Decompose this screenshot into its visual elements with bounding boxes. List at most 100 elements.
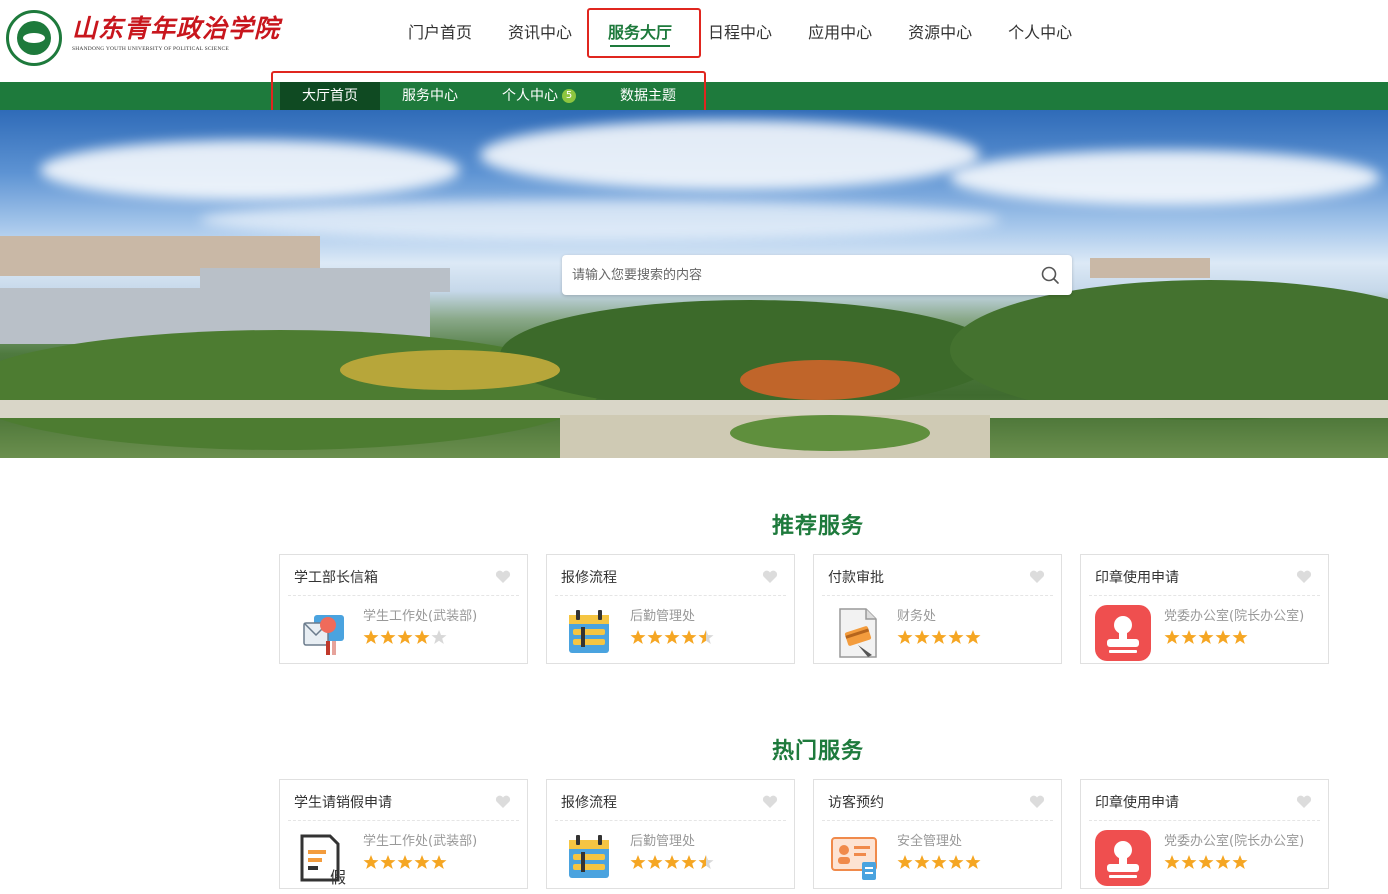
- search-bar: [562, 255, 1072, 295]
- subnav-label: 服务中心: [402, 88, 458, 104]
- service-card[interactable]: 报修流程 后勤管理处: [546, 779, 795, 889]
- star-icon: [431, 629, 447, 645]
- mailbox-icon: [294, 605, 350, 661]
- service-card[interactable]: 付款审批 财务处: [813, 554, 1062, 664]
- star-icon: [1232, 854, 1248, 870]
- banner-cloud: [40, 140, 460, 200]
- topnav-resource-center[interactable]: 资源中心: [890, 10, 990, 56]
- star-icon: [664, 854, 680, 870]
- topnav-schedule-center[interactable]: 日程中心: [690, 10, 790, 56]
- topnav-service-hall[interactable]: 服务大厅: [590, 10, 690, 56]
- service-card[interactable]: 印章使用申请党委办公室(院长办公室): [1080, 554, 1329, 664]
- subnav-service-center[interactable]: 服务中心: [380, 82, 480, 110]
- card-divider: [288, 595, 519, 596]
- star-icon: [931, 629, 947, 645]
- star-icon: [681, 629, 697, 645]
- rating-stars: [630, 629, 714, 645]
- service-card[interactable]: 印章使用申请 党委办公室(院长办公室): [1080, 779, 1329, 889]
- search-input[interactable]: [562, 255, 1032, 295]
- service-card-department: 学生工作处(武装部): [363, 834, 478, 849]
- payment-doc-icon: [828, 605, 884, 661]
- star-icon: [431, 854, 447, 870]
- service-card-title: 印章使用申请: [1095, 795, 1179, 811]
- star-icon: [1181, 854, 1197, 870]
- school-logo[interactable]: 山东青年政治学院 SHANDONG YOUTH UNIVERSITY OF PO…: [6, 10, 281, 66]
- favorite-heart-icon[interactable]: [1029, 794, 1045, 808]
- svg-text:假: 假: [330, 868, 346, 886]
- star-icon: [414, 854, 430, 870]
- favorite-heart-icon[interactable]: [762, 794, 778, 808]
- sub-nav: 大厅首页 服务中心 个人中心 5 数据主题: [0, 82, 1388, 110]
- star-icon: [1164, 854, 1180, 870]
- section-title-popular: 热门服务: [771, 739, 864, 764]
- star-icon: [1164, 629, 1180, 645]
- star-icon: [397, 629, 413, 645]
- star-icon: [965, 854, 981, 870]
- star-icon: [1215, 629, 1231, 645]
- banner-lawn: [730, 415, 930, 451]
- service-card-department: 安全管理处: [897, 834, 963, 849]
- card-divider: [555, 595, 786, 596]
- school-seal-icon: [6, 10, 62, 66]
- card-divider: [1089, 820, 1320, 821]
- card-divider: [1089, 595, 1320, 596]
- recommended-cards: 学工部长信箱 学生工作处(武装部) 报修流程 后勤管理处 付款审批 财务处 印章使用申请 党委…: [279, 554, 1329, 664]
- topnav-news-center[interactable]: 资讯中心: [490, 10, 590, 56]
- star-icon: [664, 629, 680, 645]
- service-card-department: 党委办公室(院长办公室): [1164, 609, 1305, 624]
- service-card-title: 访客预约: [828, 795, 884, 811]
- favorite-heart-icon[interactable]: [762, 569, 778, 583]
- star-icon: [630, 854, 646, 870]
- favorite-heart-icon[interactable]: [1296, 794, 1312, 808]
- service-card-title: 报修流程: [561, 570, 617, 586]
- service-card-department: 后勤管理处: [630, 609, 696, 624]
- banner-autumn-trees: [740, 360, 900, 400]
- card-divider: [822, 820, 1053, 821]
- campus-banner: [0, 110, 1388, 458]
- service-card[interactable]: 学工部长信箱 学生工作处(武装部): [279, 554, 528, 664]
- topnav-personal-center[interactable]: 个人中心: [990, 10, 1090, 56]
- subnav-data-topics[interactable]: 数据主题: [598, 82, 698, 110]
- service-card[interactable]: 访客预约安全管理处: [813, 779, 1062, 889]
- banner-cloud: [200, 200, 1000, 240]
- star-icon: [1181, 629, 1197, 645]
- star-icon: [897, 854, 913, 870]
- star-icon: [380, 629, 396, 645]
- top-nav: 门户首页 资讯中心 服务大厅 日程中心 应用中心 资源中心 个人中心: [390, 10, 1090, 56]
- star-icon: [647, 629, 663, 645]
- favorite-heart-icon[interactable]: [495, 569, 511, 583]
- star-icon: [914, 629, 930, 645]
- banner-cloud: [480, 120, 980, 190]
- rating-stars: [897, 854, 981, 870]
- service-card[interactable]: 学生请销假申请假 学生工作处(武装部): [279, 779, 528, 889]
- search-icon[interactable]: [1040, 265, 1060, 285]
- service-card-title: 印章使用申请: [1095, 570, 1179, 586]
- star-icon: [698, 629, 714, 645]
- subnav-label: 大厅首页: [302, 88, 358, 104]
- favorite-heart-icon[interactable]: [1029, 569, 1045, 583]
- topnav-portal-home[interactable]: 门户首页: [390, 10, 490, 56]
- logo-name-cn: 山东青年政治学院: [72, 14, 281, 43]
- section-title-recommended: 推荐服务: [771, 514, 864, 539]
- topnav-app-center[interactable]: 应用中心: [790, 10, 890, 56]
- star-icon: [647, 854, 663, 870]
- repair-icon: [561, 605, 617, 661]
- seal-stamp-icon: [1095, 830, 1151, 886]
- subnav-hall-home[interactable]: 大厅首页: [280, 82, 380, 110]
- favorite-heart-icon[interactable]: [495, 794, 511, 808]
- star-icon: [948, 629, 964, 645]
- star-icon: [681, 854, 697, 870]
- favorite-heart-icon[interactable]: [1296, 569, 1312, 583]
- seal-stamp-icon: [1095, 605, 1151, 661]
- star-icon: [965, 629, 981, 645]
- banner-cloud: [950, 150, 1380, 205]
- star-icon: [1198, 854, 1214, 870]
- star-icon: [698, 854, 714, 870]
- rating-stars: [897, 629, 981, 645]
- service-card[interactable]: 报修流程后勤管理处: [546, 554, 795, 664]
- star-icon: [914, 854, 930, 870]
- banner-building: [200, 268, 450, 292]
- rating-stars: [363, 854, 447, 870]
- service-card-title: 付款审批: [828, 570, 884, 586]
- subnav-personal-center[interactable]: 个人中心 5: [480, 82, 598, 110]
